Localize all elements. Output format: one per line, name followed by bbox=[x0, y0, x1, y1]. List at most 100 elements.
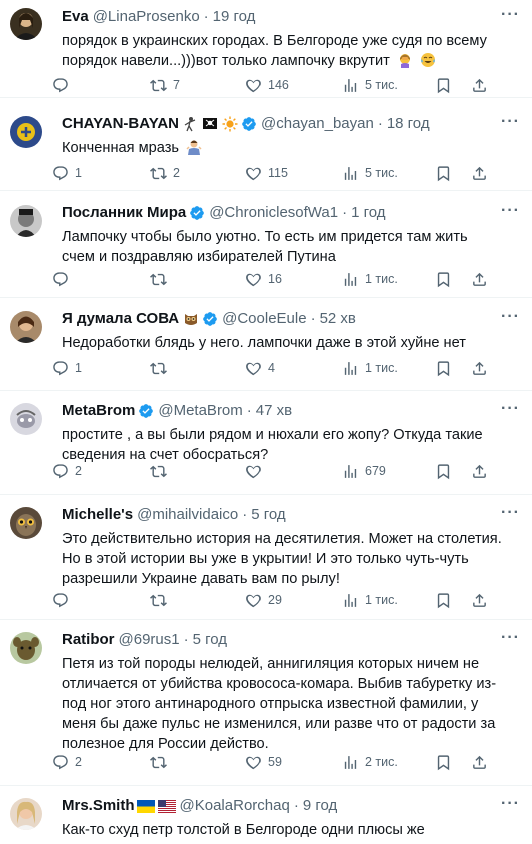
timestamp[interactable]: 18 год bbox=[387, 114, 430, 134]
timestamp[interactable]: 52 хв bbox=[320, 309, 356, 329]
author-name[interactable]: MetaBrom bbox=[62, 401, 135, 421]
verified-badge-icon bbox=[139, 404, 154, 418]
reply-tweet[interactable]: Посланник Мира @ChroniclesofWa1 · 1 год … bbox=[0, 191, 532, 298]
timestamp[interactable]: 5 год bbox=[251, 505, 285, 525]
avatar[interactable] bbox=[10, 632, 42, 664]
avatar[interactable] bbox=[10, 205, 42, 237]
author-name[interactable]: Michelle's bbox=[62, 505, 133, 525]
more-options-icon[interactable]: ··· bbox=[501, 629, 520, 647]
bookmark-button[interactable] bbox=[435, 754, 458, 771]
reply-tweet[interactable]: Michelle's @mihailvidaico · 5 год ··· Эт… bbox=[0, 495, 532, 620]
views-chart-icon bbox=[344, 755, 357, 769]
like-button[interactable]: 29 bbox=[245, 592, 282, 609]
author-name[interactable]: Ratibor bbox=[62, 630, 115, 650]
like-count: 4 bbox=[268, 361, 275, 375]
author-name[interactable]: Mrs.Smith bbox=[62, 796, 135, 816]
like-button[interactable]: 59 bbox=[245, 754, 282, 771]
more-options-icon[interactable]: ··· bbox=[501, 400, 520, 418]
timestamp[interactable]: 47 хв bbox=[256, 401, 292, 421]
share-icon bbox=[473, 593, 486, 607]
author-handle[interactable]: @LinaProsenko bbox=[93, 7, 200, 27]
retweet-button[interactable] bbox=[150, 463, 173, 480]
author-handle[interactable]: @69rus1 bbox=[119, 630, 180, 650]
reply-tweet[interactable]: CHAYAN-BAYAN @chayan_bayan · 18 год ··· … bbox=[0, 98, 532, 191]
author-handle[interactable]: @chayan_bayan bbox=[261, 114, 374, 134]
bookmark-button[interactable] bbox=[435, 165, 458, 182]
like-count: 115 bbox=[268, 166, 288, 180]
share-button[interactable] bbox=[471, 77, 494, 94]
bookmark-button[interactable] bbox=[435, 271, 458, 288]
share-button[interactable] bbox=[471, 754, 494, 771]
retweet-button[interactable]: 2 bbox=[150, 165, 180, 182]
avatar[interactable] bbox=[10, 403, 42, 435]
share-button[interactable] bbox=[471, 271, 494, 288]
reply-button[interactable]: 1 bbox=[52, 165, 82, 182]
like-button[interactable] bbox=[245, 463, 268, 480]
tweet-actions: 2 679 bbox=[52, 461, 522, 481]
author-name[interactable]: Посланник Мира bbox=[62, 203, 186, 223]
author-handle[interactable]: @ChroniclesofWa1 bbox=[209, 203, 338, 223]
more-options-icon[interactable]: ··· bbox=[501, 6, 520, 24]
reply-tweet[interactable]: Eva @LinaProsenko · 19 год ··· порядок в… bbox=[0, 0, 532, 98]
reply-button[interactable] bbox=[52, 77, 75, 94]
retweet-button[interactable] bbox=[150, 360, 173, 377]
more-options-icon[interactable]: ··· bbox=[501, 113, 520, 131]
retweet-icon bbox=[150, 79, 167, 91]
more-options-icon[interactable]: ··· bbox=[501, 504, 520, 522]
like-button[interactable]: 115 bbox=[245, 165, 288, 182]
timestamp[interactable]: 1 год bbox=[351, 203, 385, 223]
reply-button[interactable] bbox=[52, 592, 75, 609]
avatar[interactable] bbox=[10, 8, 42, 40]
views-button[interactable]: 1 тис. bbox=[342, 271, 398, 288]
reply-button[interactable]: 2 bbox=[52, 754, 82, 771]
views-button[interactable]: 679 bbox=[342, 463, 386, 480]
author-name[interactable]: CHAYAN-BAYAN bbox=[62, 114, 179, 134]
avatar[interactable] bbox=[10, 116, 42, 148]
views-button[interactable]: 1 тис. bbox=[342, 592, 398, 609]
retweet-button[interactable] bbox=[150, 754, 173, 771]
avatar[interactable] bbox=[10, 507, 42, 539]
avatar[interactable] bbox=[10, 798, 42, 830]
retweet-button[interactable]: 7 bbox=[150, 77, 180, 94]
timestamp[interactable]: 5 год bbox=[193, 630, 227, 650]
more-options-icon[interactable]: ··· bbox=[501, 795, 520, 813]
retweet-button[interactable] bbox=[150, 271, 173, 288]
reply-tweet[interactable]: Mrs.Smith @KoalaRorchaq · 9 год ··· Как-… bbox=[0, 786, 532, 844]
share-button[interactable] bbox=[471, 165, 494, 182]
like-button[interactable]: 16 bbox=[245, 271, 282, 288]
author-handle[interactable]: @MetaBrom bbox=[158, 401, 242, 421]
reply-tweet[interactable]: Я думала СОВА @CooleEule · 52 хв ··· Нед… bbox=[0, 298, 532, 391]
retweet-count: 7 bbox=[173, 78, 180, 92]
timestamp[interactable]: 19 год bbox=[213, 7, 256, 27]
bookmark-button[interactable] bbox=[435, 463, 458, 480]
author-name[interactable]: Eva bbox=[62, 7, 89, 27]
author-handle[interactable]: @mihailvidaico bbox=[137, 505, 238, 525]
share-button[interactable] bbox=[471, 360, 494, 377]
views-button[interactable]: 5 тис. bbox=[342, 77, 398, 94]
retweet-button[interactable] bbox=[150, 592, 173, 609]
reply-tweet[interactable]: MetaBrom @MetaBrom · 47 хв ··· простите … bbox=[0, 391, 532, 495]
reply-button[interactable]: 2 bbox=[52, 463, 82, 480]
like-button[interactable]: 146 bbox=[245, 77, 289, 94]
author-handle[interactable]: @KoalaRorchaq bbox=[180, 796, 290, 816]
like-button[interactable]: 4 bbox=[245, 360, 275, 377]
bookmark-button[interactable] bbox=[435, 592, 458, 609]
author-handle[interactable]: @CooleEule bbox=[222, 309, 306, 329]
share-button[interactable] bbox=[471, 463, 494, 480]
share-button[interactable] bbox=[471, 592, 494, 609]
views-button[interactable]: 2 тис. bbox=[342, 754, 398, 771]
timestamp[interactable]: 9 год bbox=[303, 796, 337, 816]
views-button[interactable]: 5 тис. bbox=[342, 165, 398, 182]
reply-button[interactable] bbox=[52, 271, 75, 288]
bookmark-button[interactable] bbox=[435, 360, 458, 377]
avatar[interactable] bbox=[10, 311, 42, 343]
author-name[interactable]: Я думала СОВА bbox=[62, 309, 179, 329]
more-options-icon[interactable]: ··· bbox=[501, 202, 520, 220]
reply-button[interactable]: 1 bbox=[52, 360, 82, 377]
more-options-icon[interactable]: ··· bbox=[501, 308, 520, 326]
reply-tweet[interactable]: Ratibor @69rus1 · 5 год ··· Петя из той … bbox=[0, 620, 532, 786]
bookmark-icon bbox=[437, 77, 450, 93]
retweet-icon bbox=[150, 465, 167, 477]
bookmark-button[interactable] bbox=[435, 77, 458, 94]
views-button[interactable]: 1 тис. bbox=[342, 360, 398, 377]
